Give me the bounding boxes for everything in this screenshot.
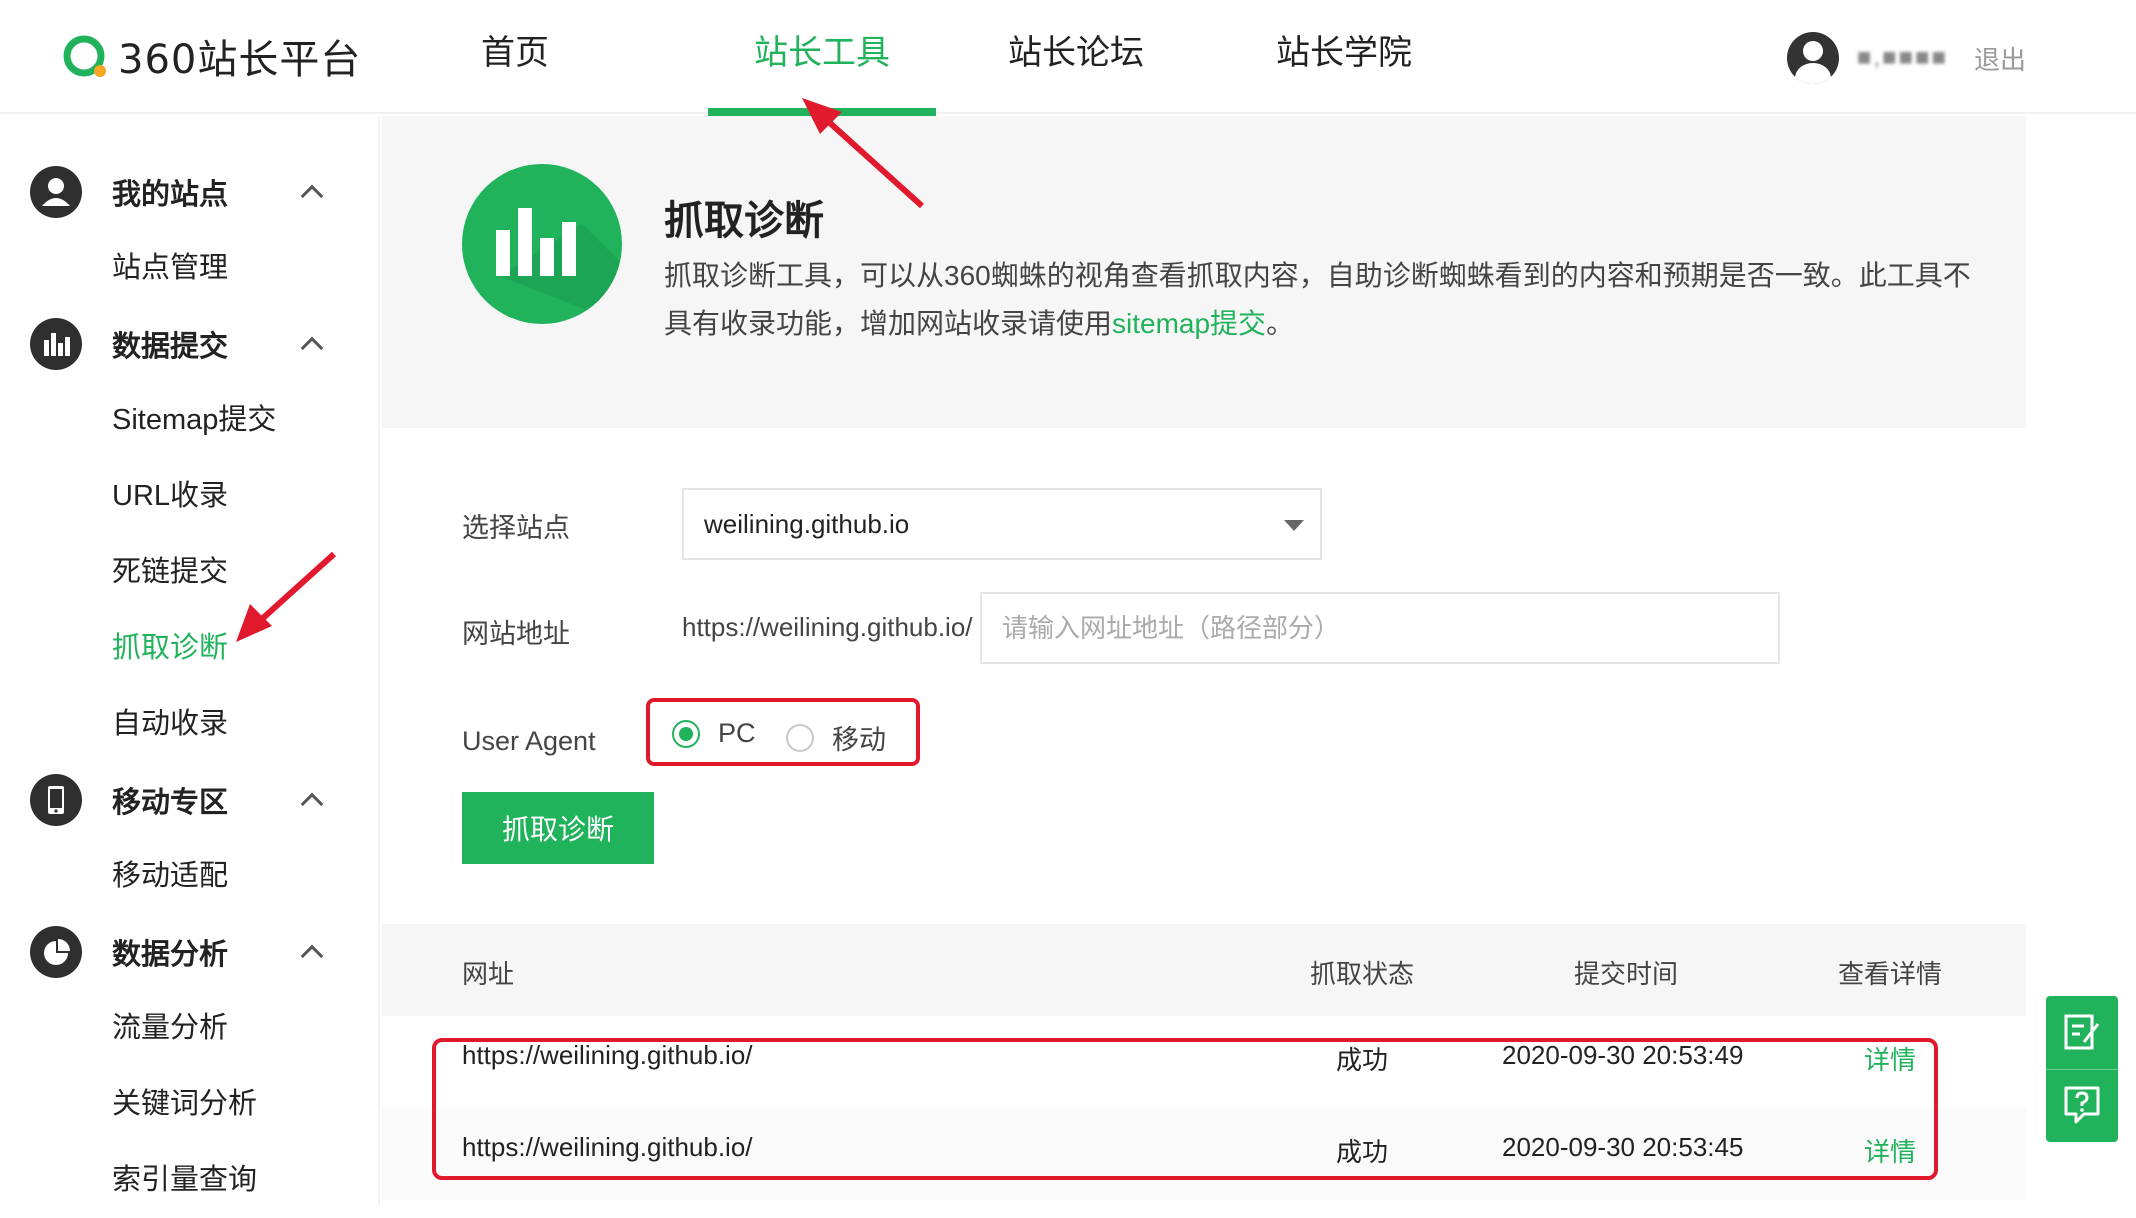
nav-academy[interactable]: 站长学院 [1244, 0, 1444, 114]
sidebar-item-dead-link[interactable]: 死链提交 [0, 534, 380, 610]
nav-forum[interactable]: 站长论坛 [976, 0, 1176, 114]
sidebar-group-mobile: 移动专区 移动适配 [0, 762, 380, 914]
crawl-diagnosis-button[interactable]: 抓取诊断 [462, 792, 654, 864]
username: ■,■■■■ [1856, 44, 1948, 71]
sidebar-group-header[interactable]: 移动专区 [0, 762, 380, 838]
chevron-up-icon [300, 944, 324, 968]
sidebar-item-keywords[interactable]: 关键词分析 [0, 1066, 380, 1142]
radio-unchecked-icon [786, 723, 814, 752]
sidebar-item-traffic[interactable]: 流量分析 [0, 990, 380, 1066]
bar-chart-icon [462, 164, 622, 324]
url-path-input[interactable] [980, 592, 1780, 664]
results-table-header: 网址 抓取状态 提交时间 查看详情 [382, 924, 2026, 1016]
column-header-status: 抓取状态 [1310, 959, 1415, 989]
sidebar-group-title: 数据提交 [112, 331, 229, 363]
nav-webmaster-tools[interactable]: 站长工具 [708, 0, 936, 116]
chevron-up-icon [300, 792, 324, 816]
sidebar-group-header[interactable]: 我的站点 [0, 154, 380, 230]
top-header: 360站长平台 首页 站长工具 站长论坛 站长学院 ■,■■■■ 退出 [0, 0, 2136, 116]
sidebar-item-url-submit[interactable]: URL收录 [0, 458, 380, 534]
avatar[interactable] [1786, 32, 1839, 84]
column-header-url: 网址 [462, 959, 515, 989]
sidebar-group-data-submit: 数据提交 Sitemap提交 URL收录 死链提交 抓取诊断 自动收录 [0, 306, 380, 762]
sidebar-group-title: 移动专区 [112, 787, 229, 819]
sidebar-item-sitemap[interactable]: Sitemap提交 [0, 382, 380, 458]
site-logo[interactable]: 360站长平台 [60, 28, 361, 84]
annotation-highlight-box [432, 1038, 1938, 1180]
url-label: 网站地址 [462, 619, 570, 649]
main-nav: 首页 站长工具 站长论坛 站长学院 [440, 0, 1444, 116]
help-icon [2064, 1086, 2100, 1124]
help-button[interactable] [2046, 1069, 2118, 1142]
user-agent-label: User Agent [462, 726, 596, 756]
nav-home[interactable]: 首页 [440, 0, 590, 114]
page-title: 抓取诊断 [664, 199, 824, 243]
sidebar-group-my-sites: 我的站点 站点管理 [0, 154, 380, 306]
logo-icon [63, 35, 106, 77]
radio-checked-icon [672, 719, 700, 748]
description-end: 。 [1266, 308, 1295, 339]
user-icon [30, 166, 82, 218]
description-text: 抓取诊断工具，可以从360蜘蛛的视角查看抓取内容，自助诊断蜘蛛看到的内容和预期是… [664, 260, 1971, 339]
sitemap-link[interactable]: sitemap提交 [1112, 308, 1266, 339]
url-prefix: https://weilining.github.io/ [682, 612, 973, 642]
logout-link[interactable]: 退出 [1974, 40, 2026, 77]
edit-icon [2064, 1014, 2100, 1050]
pie-chart-icon [30, 926, 82, 978]
brand-name: 360站长平台 [118, 37, 362, 83]
ua-radio-mobile[interactable]: 移动 [786, 718, 886, 757]
mobile-icon [30, 774, 82, 826]
ua-radio-label: PC [718, 718, 756, 748]
sidebar-item-index-query[interactable]: 索引量查询 [0, 1142, 380, 1218]
sidebar-group-title: 数据分析 [112, 939, 229, 971]
user-area: ■,■■■■ 退出 [1786, 30, 2026, 86]
sidebar-item-auto-index[interactable]: 自动收录 [0, 686, 380, 762]
sidebar-group-header[interactable]: 数据分析 [0, 914, 380, 990]
column-header-time: 提交时间 [1574, 959, 1679, 989]
sidebar-group-analytics: 数据分析 流量分析 关键词分析 索引量查询 [0, 914, 380, 1218]
site-select-value: weilining.github.io [704, 509, 910, 539]
chevron-up-icon [300, 184, 324, 208]
ua-radio-pc[interactable]: PC [672, 718, 756, 749]
diagnosis-form: 选择站点 weilining.github.io 网站地址 https://we… [382, 428, 2026, 924]
floating-toolbar [2046, 996, 2118, 1142]
sidebar-group-header[interactable]: 数据提交 [0, 306, 380, 382]
caret-down-icon [1284, 520, 1304, 531]
column-header-detail: 查看详情 [1838, 959, 1943, 989]
tool-intro: 抓取诊断 抓取诊断工具，可以从360蜘蛛的视角查看抓取内容，自助诊断蜘蛛看到的内… [382, 116, 2026, 428]
site-select[interactable]: weilining.github.io [682, 488, 1322, 560]
chevron-up-icon [300, 336, 324, 360]
sidebar-item-mobile-adapt[interactable]: 移动适配 [0, 838, 380, 914]
sidebar: 我的站点 站点管理 数据提交 Sitemap提交 URL收录 死链提交 抓取诊断… [0, 116, 380, 1206]
sidebar-group-title: 我的站点 [112, 179, 229, 211]
tool-description: 抓取诊断工具，可以从360蜘蛛的视角查看抓取内容，自助诊断蜘蛛看到的内容和预期是… [664, 252, 1994, 348]
sidebar-item-crawl-diagnosis[interactable]: 抓取诊断 [0, 610, 380, 686]
site-select-label: 选择站点 [462, 513, 570, 543]
ua-radio-label: 移动 [832, 725, 886, 755]
feedback-button[interactable] [2046, 996, 2118, 1069]
bar-chart-icon [30, 318, 82, 370]
sidebar-item-site-management[interactable]: 站点管理 [0, 230, 380, 306]
